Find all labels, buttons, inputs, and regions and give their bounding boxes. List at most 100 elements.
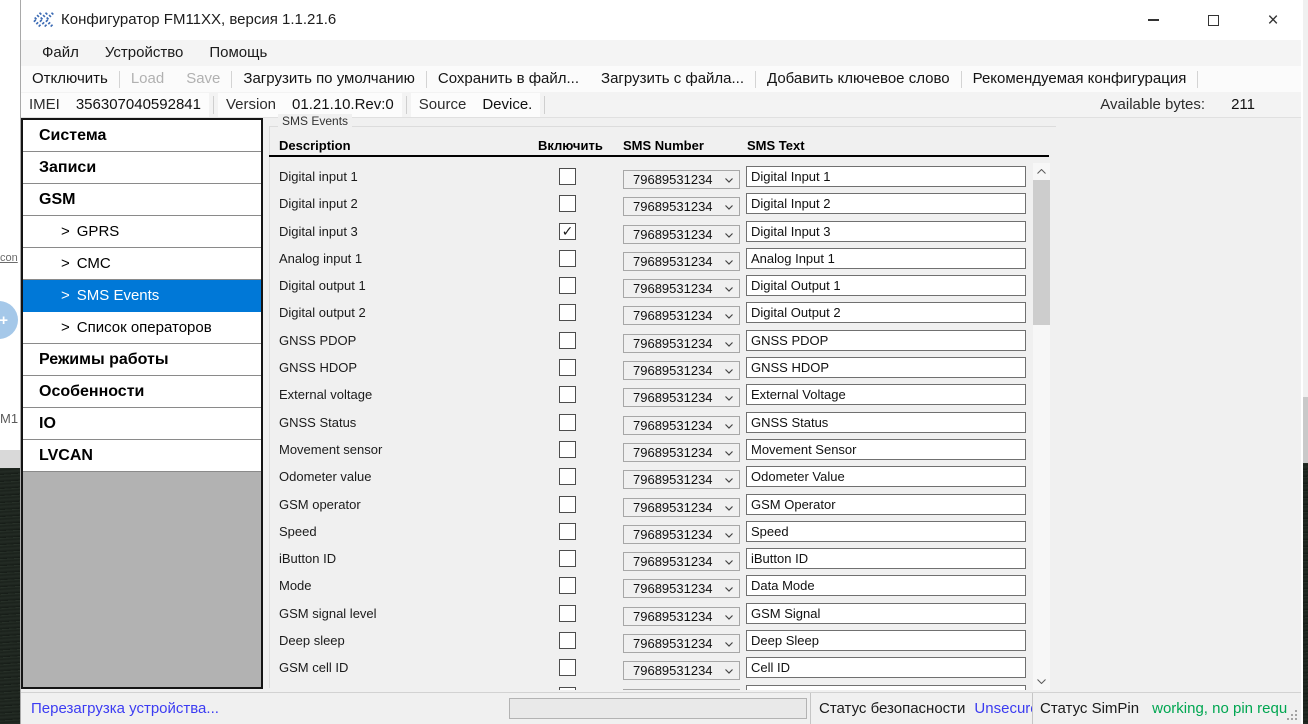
row-enable-checkbox[interactable]	[559, 277, 576, 294]
sms-text-input[interactable]	[746, 193, 1026, 214]
sms-number-combobox[interactable]: 79689531234	[623, 689, 740, 690]
sms-number-combobox[interactable]: 79689531234	[623, 279, 740, 298]
sidebar-item-label: LVCAN	[39, 447, 93, 465]
sms-text-input[interactable]	[746, 221, 1026, 242]
sms-number-combobox[interactable]: 79689531234	[623, 661, 740, 680]
row-enable-checkbox[interactable]	[559, 414, 576, 431]
row-enable-checkbox[interactable]	[559, 577, 576, 594]
chevron-down-icon	[725, 669, 733, 674]
row-enable-checkbox[interactable]	[559, 523, 576, 540]
resize-grip[interactable]	[1285, 708, 1298, 721]
sms-text-input[interactable]	[746, 275, 1026, 296]
sms-text-input[interactable]	[746, 575, 1026, 596]
sms-text-input[interactable]	[746, 494, 1026, 515]
row-enable-checkbox[interactable]	[559, 386, 576, 403]
sidebar-item[interactable]: Записи	[23, 152, 261, 184]
toolbar-button[interactable]: Загрузить по умолчанию	[232, 66, 425, 92]
sms-number-combobox[interactable]: 79689531234	[623, 170, 740, 189]
sms-text-input[interactable]	[746, 466, 1026, 487]
toolbar-button[interactable]: Добавить ключевое слово	[756, 66, 961, 92]
sms-text-input[interactable]	[746, 248, 1026, 269]
scrollbar-thumb[interactable]	[1033, 180, 1050, 325]
row-enable-checkbox[interactable]: ✓	[559, 223, 576, 240]
sidebar-item[interactable]: >СМС	[23, 248, 261, 280]
sms-number-combobox[interactable]: 79689531234	[623, 552, 740, 571]
row-enable-checkbox[interactable]	[559, 195, 576, 212]
row-enable-checkbox[interactable]	[559, 304, 576, 321]
sms-number-value: 79689531234	[633, 527, 713, 542]
toolbar-button[interactable]: Сохранить в файл...	[427, 66, 590, 92]
sidebar-item[interactable]: >GPRS	[23, 216, 261, 248]
sms-text-input[interactable]	[746, 685, 1026, 690]
sms-number-combobox[interactable]: 79689531234	[623, 306, 740, 325]
row-enable-checkbox[interactable]	[559, 468, 576, 485]
sms-number-combobox[interactable]: 79689531234	[623, 443, 740, 462]
row-enable-checkbox[interactable]	[559, 496, 576, 513]
sms-text-input[interactable]	[746, 521, 1026, 542]
sms-number-combobox[interactable]: 79689531234	[623, 416, 740, 435]
scrollbar-up-button[interactable]	[1033, 163, 1050, 180]
toolbar-button[interactable]: Отключить	[21, 66, 119, 92]
sms-text-input[interactable]	[746, 357, 1026, 378]
sms-number-combobox[interactable]: 79689531234	[623, 197, 740, 216]
row-description: GNSS HDOP	[279, 360, 357, 375]
sms-number-combobox[interactable]: 79689531234	[623, 225, 740, 244]
sidebar-item[interactable]: >Список операторов	[23, 312, 261, 344]
row-enable-checkbox[interactable]	[559, 632, 576, 649]
row-enable-checkbox[interactable]	[559, 332, 576, 349]
sms-number-combobox[interactable]: 79689531234	[623, 388, 740, 407]
menu-item-3[interactable]: Помощь	[196, 40, 280, 66]
sidebar-item-label: GPRS	[77, 223, 120, 240]
sms-number-combobox[interactable]: 79689531234	[623, 634, 740, 653]
simpin-status-value: working, no pin requ	[1152, 700, 1287, 717]
sidebar-item[interactable]: >SMS Events	[23, 280, 261, 312]
row-description: Digital input 2	[279, 196, 358, 211]
menu-item-2[interactable]: Устройство	[92, 40, 196, 66]
close-button[interactable]: ×	[1245, 0, 1301, 40]
row-enable-checkbox[interactable]	[559, 659, 576, 676]
sms-text-input[interactable]	[746, 439, 1026, 460]
sms-text-input[interactable]	[746, 384, 1026, 405]
row-enable-checkbox[interactable]	[559, 687, 576, 690]
sms-text-input[interactable]	[746, 412, 1026, 433]
sms-number-value: 79689531234	[633, 199, 713, 214]
sidebar-item[interactable]: Особенности	[23, 376, 261, 408]
sidebar-item[interactable]: GSM	[23, 184, 261, 216]
sms-text-input[interactable]	[746, 330, 1026, 351]
row-enable-checkbox[interactable]	[559, 359, 576, 376]
sms-number-combobox[interactable]: 79689531234	[623, 470, 740, 489]
row-enable-checkbox[interactable]	[559, 168, 576, 185]
security-status-section: Статус безопасностиUnsecured	[819, 693, 1032, 724]
sms-text-input[interactable]	[746, 630, 1026, 651]
row-enable-checkbox[interactable]	[559, 550, 576, 567]
scrollbar-down-button[interactable]	[1033, 673, 1050, 690]
table-row: Digital output 1 79689531234	[269, 272, 1059, 299]
sms-text-input[interactable]	[746, 302, 1026, 323]
maximize-button[interactable]	[1185, 0, 1241, 40]
sidebar-item[interactable]: Система	[23, 120, 261, 152]
sms-number-combobox[interactable]: 79689531234	[623, 579, 740, 598]
sms-text-input[interactable]	[746, 603, 1026, 624]
row-enable-checkbox[interactable]	[559, 605, 576, 622]
chevron-down-icon	[725, 233, 733, 238]
sms-number-combobox[interactable]: 79689531234	[623, 607, 740, 626]
sms-number-combobox[interactable]: 79689531234	[623, 498, 740, 517]
sms-number-combobox[interactable]: 79689531234	[623, 252, 740, 271]
sms-text-input[interactable]	[746, 657, 1026, 678]
row-enable-checkbox[interactable]	[559, 441, 576, 458]
row-description: GSM cell ID	[279, 660, 348, 675]
sidebar-item[interactable]: Режимы работы	[23, 344, 261, 376]
available-bytes-label: Available bytes:	[1100, 96, 1205, 113]
minimize-button[interactable]	[1125, 0, 1181, 40]
toolbar-button[interactable]: Загрузить с файла...	[590, 66, 755, 92]
sms-number-combobox[interactable]: 79689531234	[623, 525, 740, 544]
sms-number-combobox[interactable]: 79689531234	[623, 334, 740, 353]
sms-text-input[interactable]	[746, 548, 1026, 569]
sidebar-item[interactable]: LVCAN	[23, 440, 261, 472]
toolbar-button[interactable]: Рекомендуемая конфигурация	[962, 66, 1198, 92]
menu-item-1[interactable]: Файл	[29, 40, 92, 66]
sms-text-input[interactable]	[746, 166, 1026, 187]
row-enable-checkbox[interactable]	[559, 250, 576, 267]
sidebar-item[interactable]: IO	[23, 408, 261, 440]
sms-number-combobox[interactable]: 79689531234	[623, 361, 740, 380]
